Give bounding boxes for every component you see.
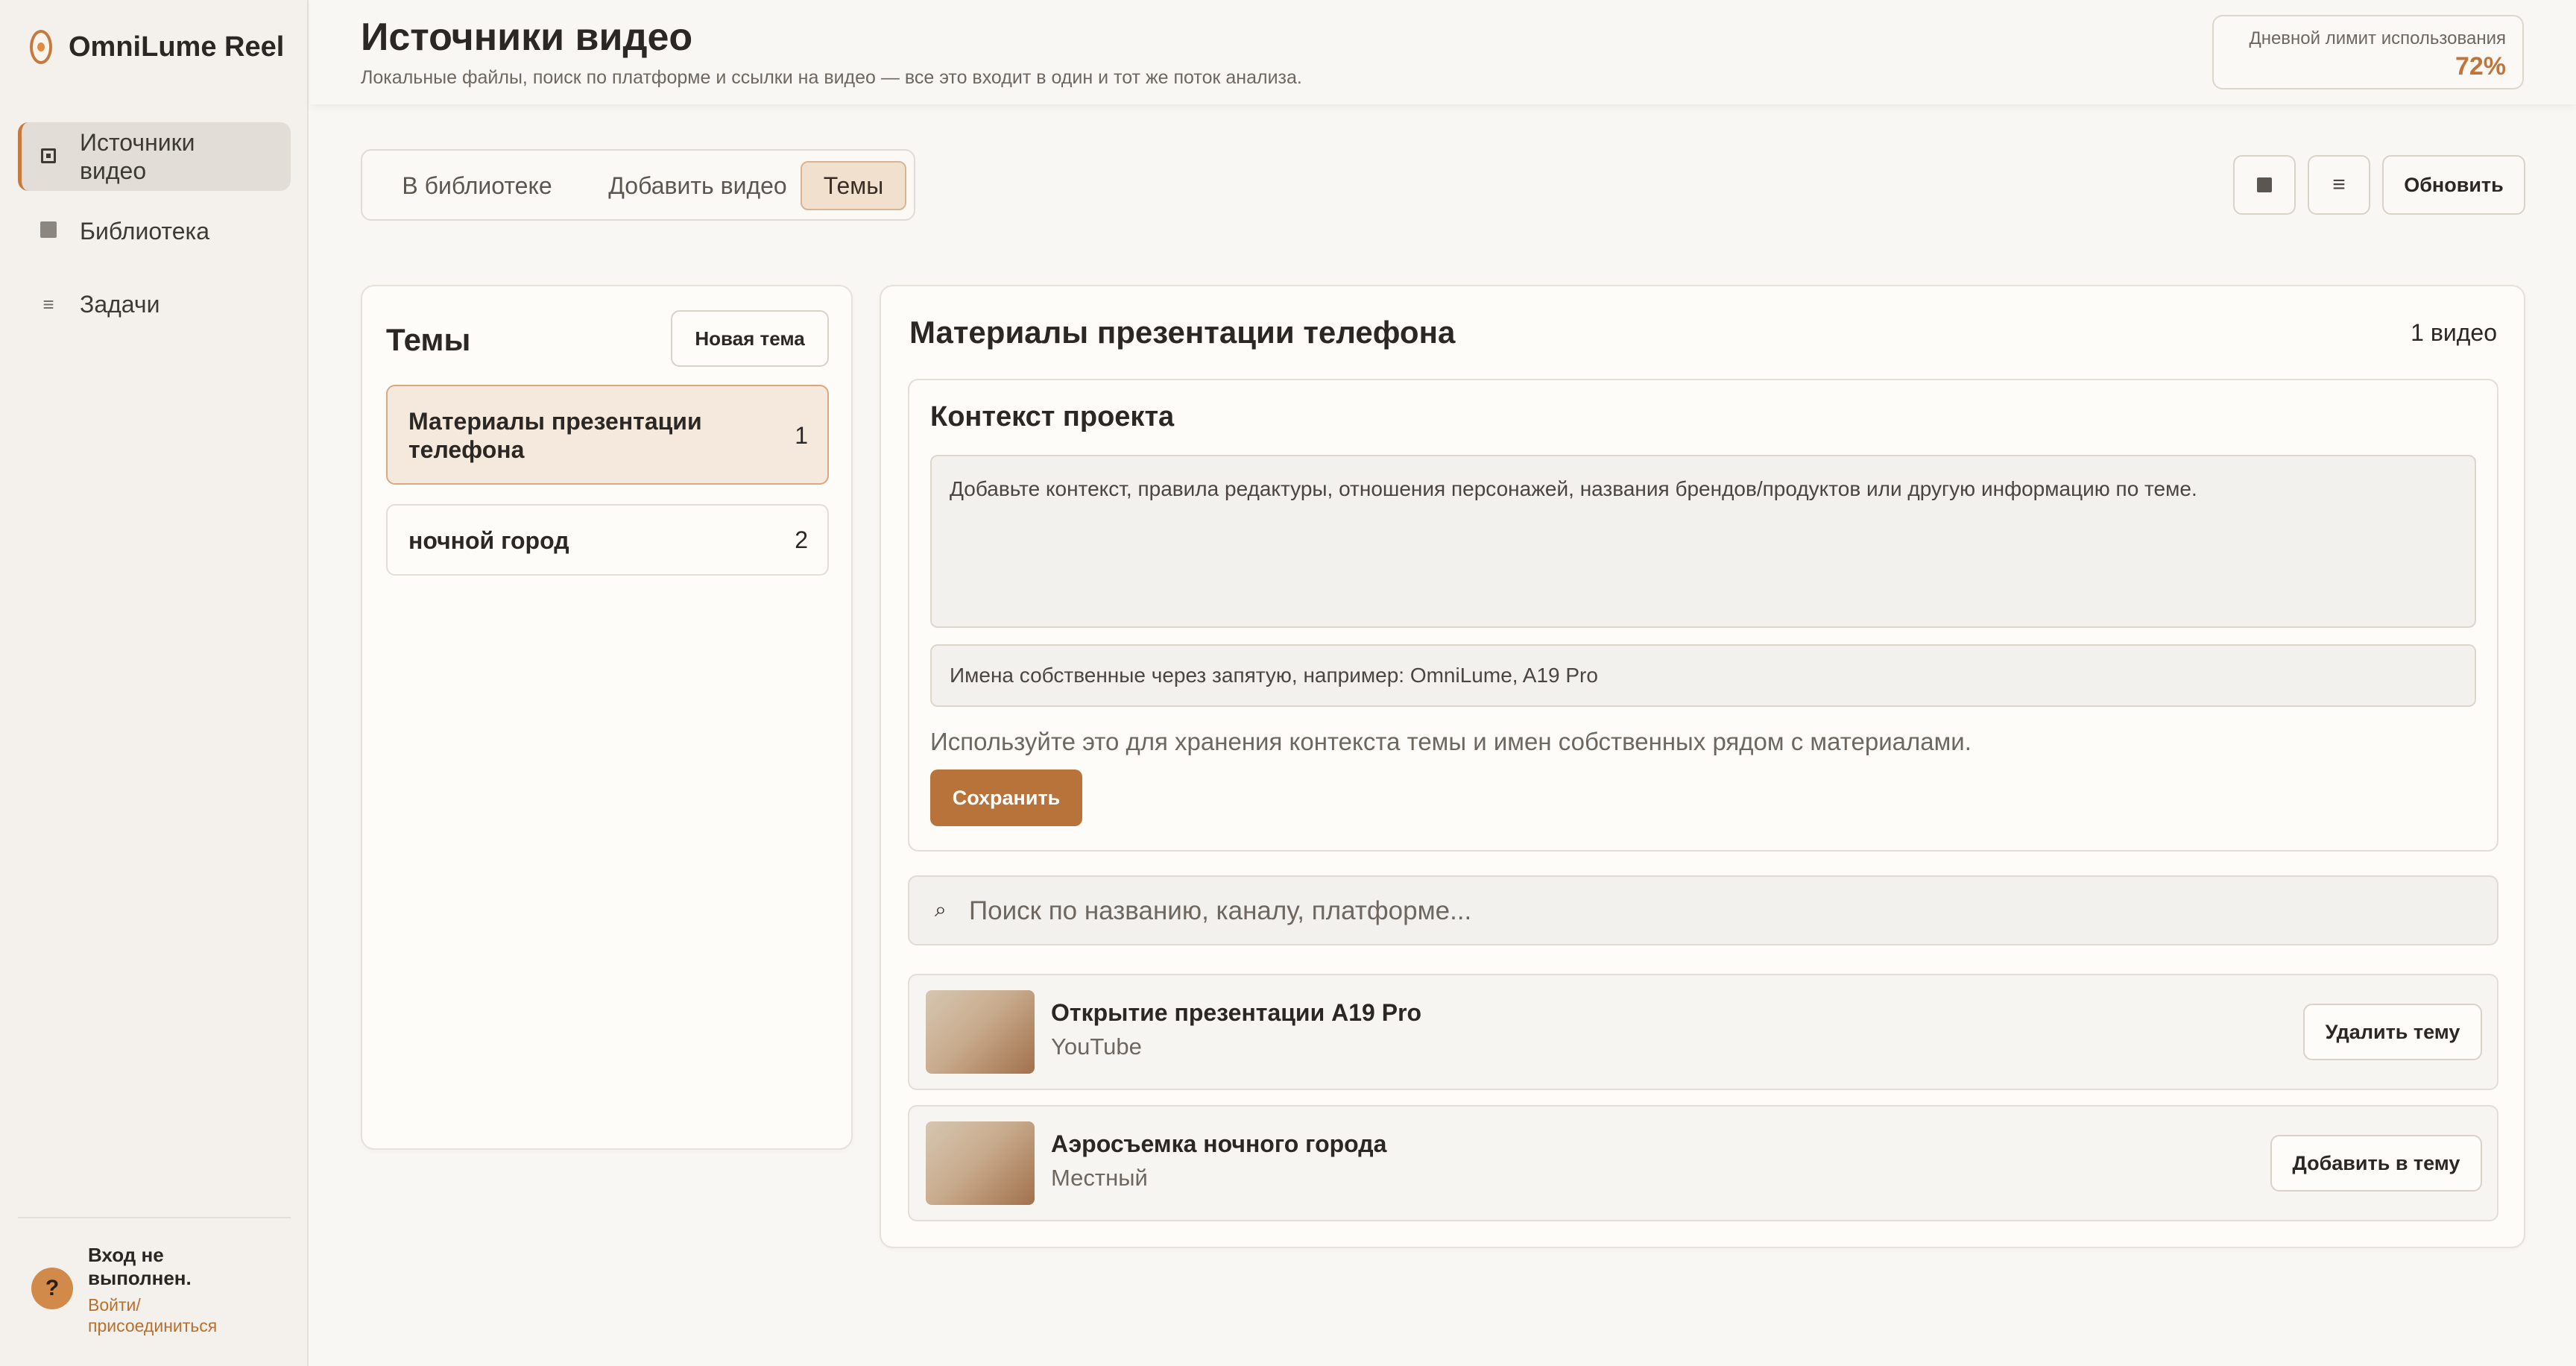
tab-topics[interactable]: Темы [801,161,906,210]
search-placeholder: Поиск по названию, каналу, платформе... [969,896,1472,925]
tab-bar: В библиотеке Добавить видео Темы [361,149,915,221]
usage-card: Дневной лимит использования 72% [2212,15,2524,89]
context-textarea[interactable]: Добавьте контекст, правила редактуры, от… [930,455,2476,628]
proper-names-input[interactable]: Имена собственные через запятую, наприме… [930,644,2476,707]
grid-view-button[interactable] [2233,155,2296,215]
topic-item[interactable]: ночной город 2 [386,504,829,576]
topic-count: 1 [795,422,808,449]
square-outline-icon [38,145,59,169]
topics-title: Темы [386,322,471,357]
sidebar-item-label: Задачи [80,291,160,318]
topics-panel: Темы Новая тема Материалы презентации те… [361,285,853,1150]
login-status: Вход не выполнен. [88,1244,192,1289]
video-count: 1 видео [2411,319,2497,346]
add-to-topic-button[interactable]: Добавить в тему [2270,1135,2482,1192]
video-row[interactable]: Аэросъемка ночного города Местный Добави… [908,1105,2498,1221]
sidebar-item-label: Источники видео [80,129,195,184]
new-topic-button[interactable]: Новая тема [671,310,829,367]
sidebar-item-library[interactable]: Библиотека [18,197,291,265]
video-source: Местный [1051,1165,1148,1191]
video-row[interactable]: Открытие презентации A19 Pro YouTube Уда… [908,974,2498,1090]
usage-value: 72% [2455,52,2506,81]
login-link[interactable]: Войти/присоединиться [88,1294,252,1336]
page-title: Источники видео [361,16,693,59]
sidebar-item-video-sources[interactable]: Источники видео [18,122,291,191]
remove-from-topic-button[interactable]: Удалить тему [2303,1004,2482,1060]
video-thumbnail [926,990,1035,1074]
project-context-card: Контекст проекта Добавьте контекст, прав… [908,379,2498,852]
save-button[interactable]: Сохранить [930,769,1082,826]
sidebar-item-label: Библиотека [80,218,209,245]
header: Источники видео Локальные файлы, поиск п… [310,0,2576,104]
topic-title: Материалы презентации телефона [909,315,1456,350]
page-subtitle: Локальные файлы, поиск по платформе и сс… [361,67,1302,88]
app-name: OmniLume Reel [69,31,285,63]
context-title: Контекст проекта [930,401,1175,432]
video-source: YouTube [1051,1033,1142,1060]
tab-add-video[interactable]: Добавить видео [586,161,809,210]
topic-name: ночной город [408,527,569,554]
brand[interactable]: OmniLume Reel [30,30,284,64]
list-icon: ≡ [2332,172,2346,197]
search-icon: ⌕ [935,898,947,921]
video-title: Аэросъемка ночного города [1051,1130,1387,1157]
square-icon [38,220,59,243]
topic-count: 2 [795,526,808,553]
search-input[interactable]: ⌕ Поиск по названию, каналу, платформе..… [908,875,2498,945]
help-icon: ? [31,1268,73,1309]
video-thumbnail [926,1121,1035,1205]
tab-in-library[interactable]: В библиотеке [373,161,581,210]
sidebar: OmniLume Reel Источники видео Библиотека… [0,0,309,1366]
topic-name: Материалы презентации телефона [408,408,702,463]
context-hint: Используйте это для хранения контекста т… [930,728,1972,755]
usage-label: Дневной лимит использования [2249,28,2506,48]
video-title: Открытие презентации A19 Pro [1051,999,1422,1026]
list-icon: ≡ [42,292,54,315]
list-view-button[interactable]: ≡ [2308,155,2370,215]
square-icon [2257,177,2272,192]
refresh-button[interactable]: Обновить [2382,155,2525,215]
logo-icon [30,30,52,64]
topic-detail-panel: Материалы презентации телефона 1 видео К… [880,285,2525,1248]
topic-item[interactable]: Материалы презентации телефона 1 [386,385,829,485]
sidebar-divider [18,1217,291,1218]
sidebar-item-tasks[interactable]: ≡ Задачи [18,270,291,339]
